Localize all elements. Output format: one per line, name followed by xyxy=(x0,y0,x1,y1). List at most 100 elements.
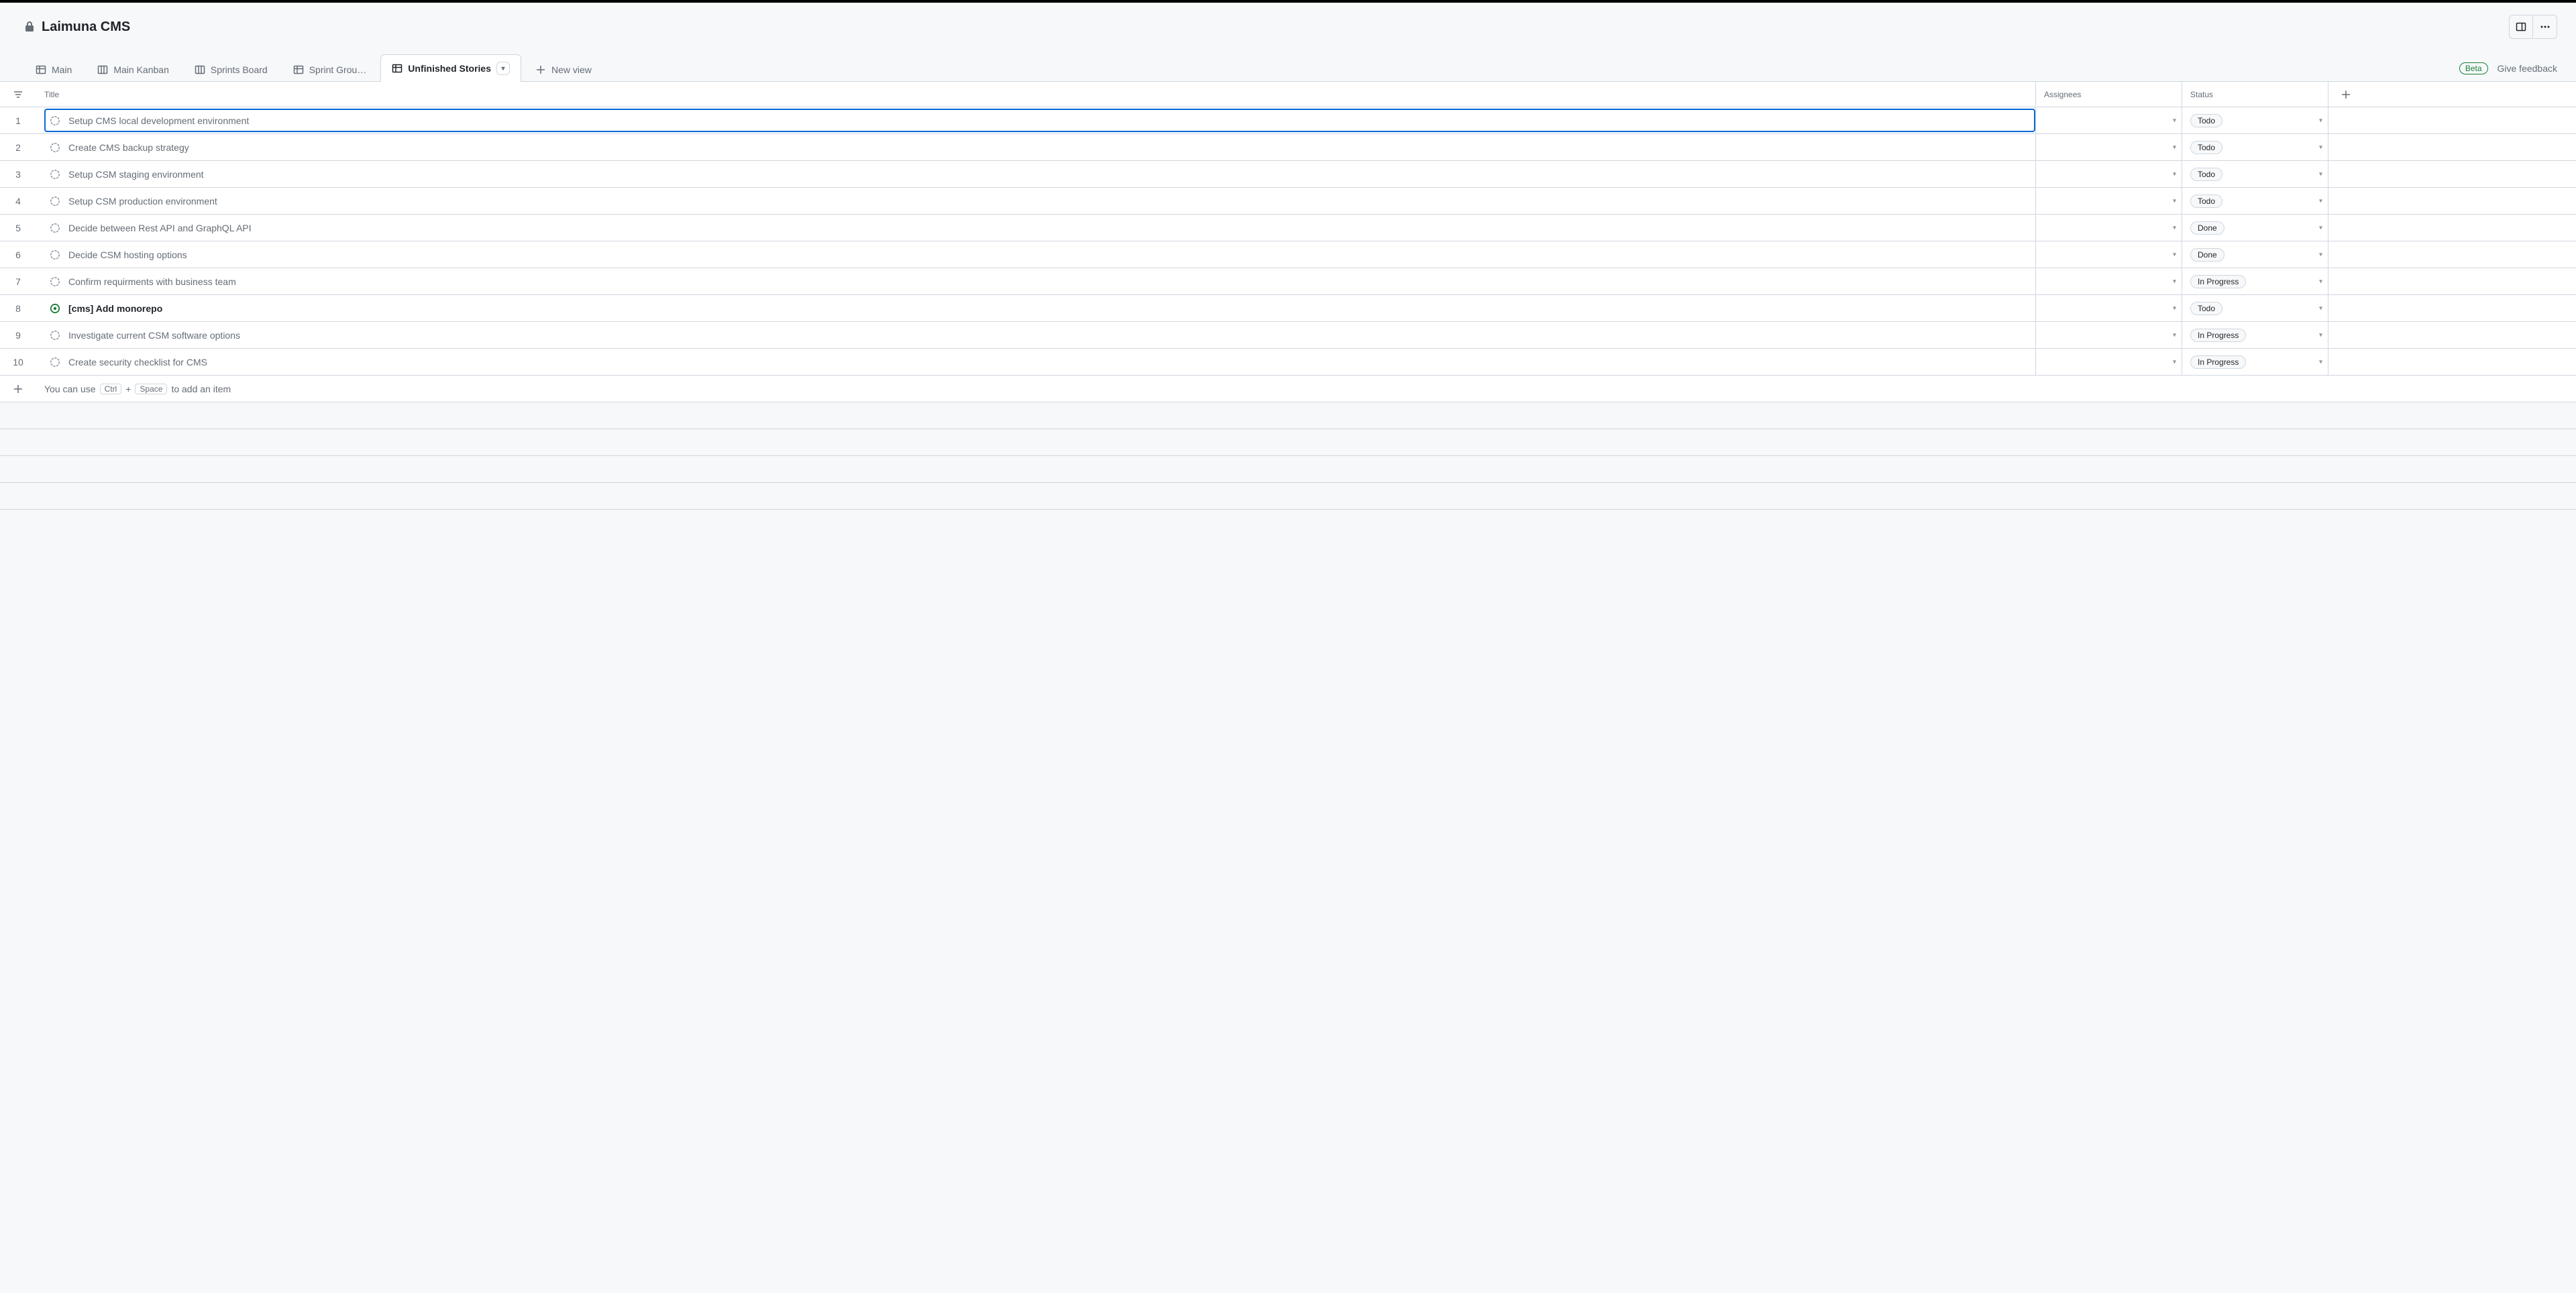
caret-down-icon: ▾ xyxy=(2173,304,2176,312)
status-pill: Todo xyxy=(2190,114,2222,127)
caret-down-icon: ▾ xyxy=(2319,224,2322,231)
title-cell[interactable]: Create security checklist for CMS xyxy=(36,349,2035,375)
table-row[interactable]: 7Confirm requirments with business team▾… xyxy=(0,268,2576,295)
caret-down-icon: ▾ xyxy=(2173,224,2176,231)
table-row[interactable]: 10 Create security checklist for CMS ▾ In P… xyxy=(0,349,2576,376)
column-header-assignees[interactable]: Assignees xyxy=(2035,82,2182,107)
status-cell[interactable]: Todo▾ xyxy=(2182,134,2328,160)
assignees-cell[interactable]: ▾ xyxy=(2035,215,2182,241)
draft-issue-icon xyxy=(50,196,60,207)
view-tab[interactable]: Sprints Board xyxy=(183,57,279,82)
view-tab[interactable]: Sprint Grou… xyxy=(282,57,378,82)
table-row[interactable]: 6Decide CSM hosting options▾Done▾ xyxy=(0,241,2576,268)
table-row[interactable]: 2Create CMS backup strategy▾Todo▾ xyxy=(0,134,2576,161)
title-cell[interactable]: Decide CSM hosting options xyxy=(36,241,2035,268)
row-title-text: Decide between Rest API and GraphQL API xyxy=(68,223,252,233)
status-cell[interactable]: In Progress▾ xyxy=(2182,322,2328,348)
status-cell[interactable]: Todo▾ xyxy=(2182,161,2328,187)
empty-row xyxy=(0,402,2576,429)
title-cell[interactable]: Investigate current CSM software options xyxy=(36,322,2035,348)
table-header: Title Assignees Status xyxy=(0,82,2576,107)
caret-down-icon: ▾ xyxy=(2173,358,2176,366)
status-cell[interactable]: Todo▾ xyxy=(2182,188,2328,214)
add-item-row[interactable]: You can use Ctrl + Space to add an item xyxy=(0,376,2576,402)
status-cell[interactable]: Done ▾ xyxy=(2182,241,2328,268)
status-cell[interactable]: In Progress▾ xyxy=(2182,349,2328,375)
items-table: Title Assignees Status 1Setup CMS local … xyxy=(0,82,2576,510)
beta-badge: Beta xyxy=(2459,62,2488,74)
column-header-status[interactable]: Status xyxy=(2182,82,2328,107)
title-cell[interactable]: Create CMS backup strategy xyxy=(36,134,2035,160)
table-row[interactable]: 3Setup CSM staging environment▾Todo▾ xyxy=(0,161,2576,188)
status-pill: Done xyxy=(2190,221,2224,235)
row-title-text: Investigate current CSM software options xyxy=(68,330,240,341)
status-cell[interactable]: Todo ▾ xyxy=(2182,107,2328,133)
extra-cell[interactable] xyxy=(2328,295,2576,321)
extra-cell[interactable] xyxy=(2328,268,2576,294)
row-number: 3 xyxy=(0,161,36,187)
plus-icon xyxy=(2341,89,2351,100)
assignees-cell[interactable]: ▾ xyxy=(2035,188,2182,214)
assignees-cell[interactable]: ▾ xyxy=(2035,107,2182,133)
view-tab[interactable]: Unfinished Stories▾ xyxy=(380,54,521,82)
filter-icon[interactable] xyxy=(13,89,23,100)
assignees-cell[interactable]: ▾ xyxy=(2035,241,2182,268)
title-cell[interactable]: Setup CMS local development environment xyxy=(36,107,2035,133)
row-title-text: Setup CMS local development environment xyxy=(68,115,249,126)
new-view-button[interactable]: New view xyxy=(524,57,603,82)
table-row[interactable]: 8[cms] Add monorepo▾Todo▾ xyxy=(0,295,2576,322)
status-cell[interactable]: Done ▾ xyxy=(2182,215,2328,241)
empty-row xyxy=(0,483,2576,510)
status-cell[interactable]: In Progress▾ xyxy=(2182,268,2328,294)
row-number: 6 xyxy=(0,241,36,268)
row-title-text: Confirm requirments with business team xyxy=(68,276,236,287)
column-header-title[interactable]: Title xyxy=(36,82,2035,107)
status-cell[interactable]: Todo▾ xyxy=(2182,295,2328,321)
caret-down-icon: ▾ xyxy=(2173,144,2176,151)
view-tab[interactable]: Main xyxy=(24,57,83,82)
assignees-cell[interactable]: ▾ xyxy=(2035,268,2182,294)
give-feedback-link[interactable]: Give feedback xyxy=(2498,63,2558,74)
title-cell[interactable]: Decide between Rest API and GraphQL API xyxy=(36,215,2035,241)
add-column-button[interactable] xyxy=(2328,82,2576,107)
title-cell[interactable]: Setup CSM production environment xyxy=(36,188,2035,214)
table-row[interactable]: 1Setup CMS local development environment… xyxy=(0,107,2576,134)
status-pill: Done xyxy=(2190,248,2224,262)
title-cell[interactable]: Setup CSM staging environment xyxy=(36,161,2035,187)
row-number: 4 xyxy=(0,188,36,214)
row-title-text: Create CMS backup strategy xyxy=(68,142,189,153)
assignees-cell[interactable]: ▾ xyxy=(2035,161,2182,187)
caret-down-icon: ▾ xyxy=(2173,197,2176,205)
panel-toggle-button[interactable] xyxy=(2509,15,2533,39)
assignees-cell[interactable]: ▾ xyxy=(2035,322,2182,348)
assignees-cell[interactable]: ▾ xyxy=(2035,134,2182,160)
row-title-text: Create security checklist for CMS xyxy=(68,357,207,368)
title-cell[interactable]: Confirm requirments with business team xyxy=(36,268,2035,294)
extra-cell[interactable] xyxy=(2328,107,2576,133)
kbd-ctrl: Ctrl xyxy=(100,384,122,394)
assignees-cell[interactable]: ▾ xyxy=(2035,295,2182,321)
status-pill: In Progress xyxy=(2190,275,2246,288)
more-options-button[interactable] xyxy=(2533,15,2557,39)
row-number: 10 xyxy=(0,349,36,375)
caret-down-icon: ▾ xyxy=(2319,251,2322,258)
tab-dropdown-button[interactable]: ▾ xyxy=(496,62,510,75)
status-pill: Todo xyxy=(2190,194,2222,208)
extra-cell[interactable] xyxy=(2328,322,2576,348)
title-cell[interactable]: [cms] Add monorepo xyxy=(36,295,2035,321)
empty-row xyxy=(0,429,2576,456)
extra-cell[interactable] xyxy=(2328,134,2576,160)
extra-cell[interactable] xyxy=(2328,241,2576,268)
assignees-cell[interactable]: ▾ xyxy=(2035,349,2182,375)
table-row[interactable]: 5Decide between Rest API and GraphQL API… xyxy=(0,215,2576,241)
table-row[interactable]: 4Setup CSM production environment ▾ Todo▾ xyxy=(0,188,2576,215)
extra-cell[interactable] xyxy=(2328,161,2576,187)
board-icon xyxy=(195,64,205,75)
table-icon xyxy=(36,64,46,75)
extra-cell[interactable] xyxy=(2328,188,2576,214)
view-tab[interactable]: Main Kanban xyxy=(86,57,180,82)
caret-down-icon: ▾ xyxy=(2319,117,2322,124)
table-row[interactable]: 9Investigate current CSM software option… xyxy=(0,322,2576,349)
extra-cell[interactable] xyxy=(2328,349,2576,375)
extra-cell[interactable] xyxy=(2328,215,2576,241)
